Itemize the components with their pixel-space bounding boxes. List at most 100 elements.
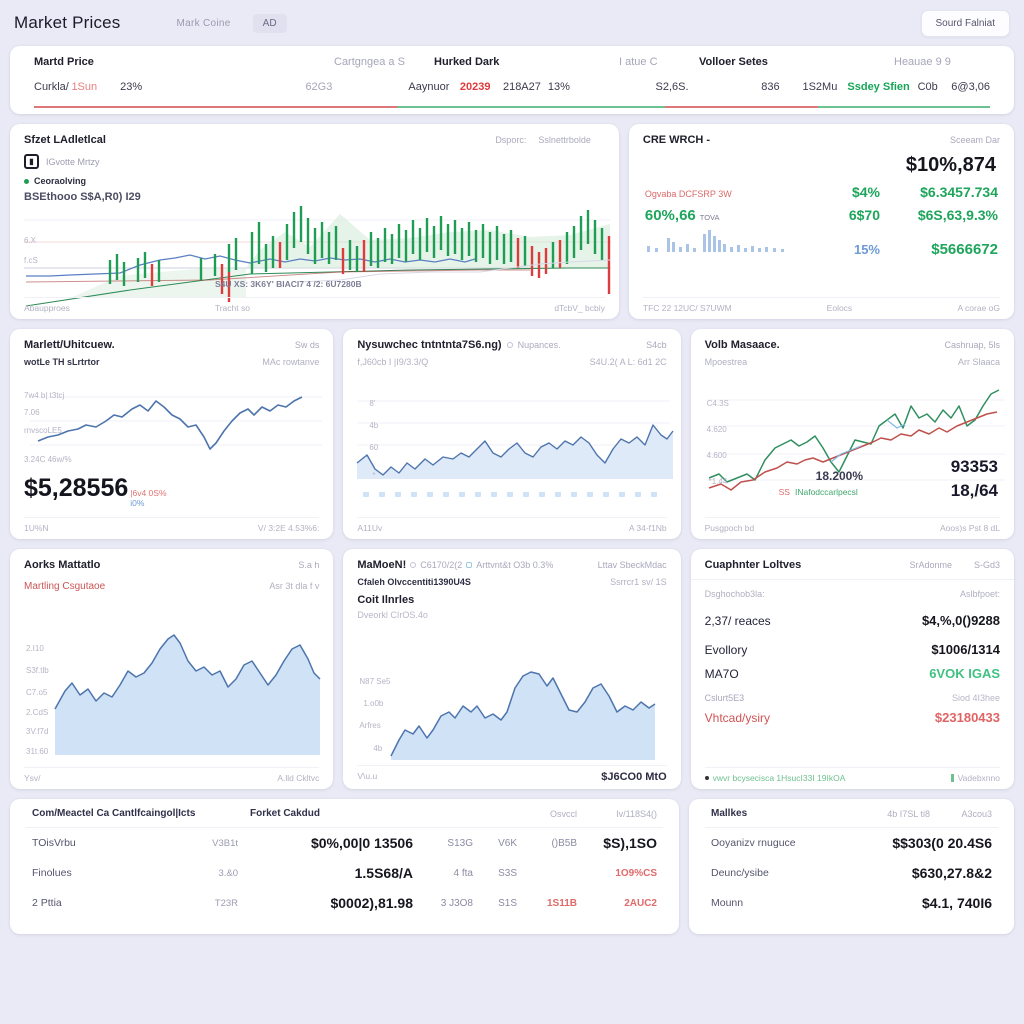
card2a-footer-right: V/ 3:2E 4.53%6: [257,523,320,533]
bt0-r0-c4: $S),1SO [603,835,657,851]
card3c-row-0-value: $4,%,0()9288 [921,613,1000,628]
card2c-overlay-pct: 18.200% [815,469,864,483]
table-row[interactable]: Ooyanizv rnuguce $$303(0 20.4S6 [705,828,998,859]
candlestick-icon[interactable]: ▮ [24,154,39,169]
band-header-4: Volloer Setes [699,56,768,68]
bt0-r1-label: Finolues [32,867,72,879]
band-underline [34,106,990,108]
card3a-area-chart [54,634,321,755]
card2a-footer-left: 1U%N [24,523,49,533]
card3c-row-2-value: 6VOK IGAS [929,666,1000,681]
stats-row-0: Ogvaba DCFSRP 3W $4% $6.3457.734 [629,184,1014,200]
card2a-ylabel-0: 7w4 b| t3tcj [24,391,65,400]
hero-toolbar[interactable]: ▮ IGvotte Mrtzy [10,146,619,169]
page-title: Market Prices [14,13,121,32]
band-value-7: 13% [547,81,570,93]
bt0-r0-c3: ()B5B [551,837,577,849]
stats-row-1-value: $6S,63,9.3% [917,207,998,223]
ad-chip[interactable]: AD [252,13,287,33]
stats-footer-right: A corae oG [957,303,1000,313]
bt1-r0-label: Ooyanizv rnuguce [711,837,796,849]
band-header-5: Heauae 9 9 [894,56,951,68]
stats-title: CRE WRCH - [642,134,711,146]
card2c-footer-right: Aoos)s Pst 8 dL [939,523,1000,533]
bt0-r1-c1: 4 fta [453,867,473,879]
stats-row-1-mid: 6$70 [848,207,880,223]
stats-row-2-mid: 15% [853,242,880,257]
bt0-r2-c4: 2AUC2 [624,897,657,909]
table-row[interactable]: TOisVrbu V3B1t $0%,00|0 13506 S13G V6K (… [26,828,663,859]
card2b-right: S4cb [646,340,667,350]
stats-panel-card: CRE WRCH - Sceeam Dar $10%,874 Ogvaba DC… [628,124,1014,319]
search-button[interactable]: Sourd Falniat [920,9,1010,37]
hero-footer-left: Abaupproes [24,303,70,313]
market-overview-card: Marlett/Uhitcuew. Sw ds wotLe TH sLrtrto… [10,329,334,539]
card2a-right: Sw ds [294,340,320,350]
card3b-checkbox-icon[interactable] [466,562,473,568]
summary-band: Martd Price Cartgngea a S Hurked Dark I … [10,46,1014,114]
card3a-right: S.a h [298,560,320,570]
card2c-sub-left: Mpoestrea [704,357,748,367]
hero-sub2: Sslnettrbolde [538,135,591,145]
bt0-r2-c1: 3 J3O8 [440,897,473,909]
table-row[interactable]: 2 Pttia T23R $0002),81.98 3 J3O8 S1S 1S1… [26,888,663,918]
stats-row-2-value: $5666672 [931,241,998,258]
card3b-right: Lttav SbeckMdac [597,560,667,570]
bt0-header-2: Osvccl [523,799,583,828]
bt1-r0-value: $$303(0 20.4S6 [892,835,992,851]
table-header-row: Mallkes 4b I7SL ti8 A3cou3 [705,799,998,828]
card2b-radio-icon[interactable] [506,342,513,348]
bt0-r2-label: 2 Pttia [32,897,62,909]
band-header-2: Hurked Dark [434,56,500,68]
card2b-header: Nysuwchec tntntnta7S6.ng) Nupances. S4cb [343,329,680,351]
card3c-title: Cuaphnter Loltves [704,559,802,571]
card2c-big-b: 18,/64 [950,481,998,500]
card2b-ylabel-1: 4b [369,421,379,430]
band-header-0: Martd Price [34,56,94,68]
card3c-row-0: 2,37/ reaces $4,%,0()9288 [691,613,1014,628]
card3c-sub: Dsghochob3la: Aslbfpoet: [690,579,1014,599]
bt1-r1-value: $630,27.8&2 [911,865,992,881]
stats-footer-left: TFC 22 12UC/ S7UWM [642,303,732,313]
card2a-footer: 1U%N V/ 3:2E 4.53%6: [24,517,320,533]
card3a-footer: Ysv/ A.lld Ckltvc [24,767,320,783]
card2b-sub-right: S4U.2( A L: 6d1 2C [589,357,667,367]
card2b-title: Nysuwchec tntntnta7S6.ng) [357,339,502,351]
card2a-header: Marlett/Uhitcuew. Sw ds [10,329,333,351]
hero-header: Sfzet LAdletlcal Dsporc: Sslnettrbolde [10,124,619,146]
card3b-chip2: Arttvnt&t O3b 0.3% [476,560,554,570]
card3a-header: Aorks Mattatlo S.a h [10,549,333,571]
card2c-legend-green: INafodccarlpecsl [794,487,858,497]
bt0-r0-c2: V6K [498,837,517,849]
card3c-row-1-value: $1006/1314 [931,642,1000,657]
table-row[interactable]: Deunc/ysibe $630,27.8&2 [705,858,998,888]
stats-footer: TFC 22 12UC/ S7UWM Eolocs A corae oG [642,297,1000,313]
card2a-title: Marlett/Uhitcuew. [24,339,115,351]
table-header-row: Com/Meactel Ca Cantlfcaingol|Icts Forket… [26,799,663,828]
card3c-footer-dot-icon [704,776,709,780]
bt1-header-2: A3cou3 [936,799,998,828]
bt0-r1-value: 1.5S68/A [354,865,413,881]
card3c-row-4-value: $23180433 [934,710,1000,725]
card3b-radio-icon-1[interactable] [410,562,417,568]
hero-footer: Abaupproes Tracht so dTcbV_ bcbiy [24,297,605,313]
card2c-header: Volb Masaace. Cashruap, 5ls [691,329,1014,351]
bt0-r1-c2: S3S [498,867,517,879]
card3c-row-2: MA7O 6VOK IGAS [691,666,1014,681]
hero-ylabel-0: 6.X [24,236,37,245]
stats-row-1-label: 60%,66 [644,207,696,224]
card2c-ylabel-0: C4.3S [706,399,729,408]
card3b-area-chart [390,671,656,760]
card3c-footer-right: Vadebxnno [957,773,1000,783]
card3b-ylabel-0: N87 Se5 [359,677,391,686]
market-cap-area-card: Aorks Mattatlo S.a h Martling Csgutaoe A… [10,549,334,789]
bt1-r2-value: $4.1, 740I6 [921,895,992,911]
row-2: Marlett/Uhitcuew. Sw ds wotLe TH sLrtrto… [10,329,1014,539]
table-row[interactable]: Mounn $4.1, 740I6 [705,888,998,918]
table-row[interactable]: Finolues 3.&0 1.5S68/A 4 fta S3S 1O9%CS [26,858,663,888]
bt0-r2-mini: T23R [214,897,238,909]
card3b-sub-left: Cfaleh Olvccentiti1390U4S [357,577,471,587]
card3c-footer-left: vwvr bcysecisca 1HsucI33I 19IkOA [712,773,846,783]
card3a-footer-right: A.lld Ckltvc [277,773,320,783]
card2c-sub-right: Arr Slaaca [957,357,1000,367]
